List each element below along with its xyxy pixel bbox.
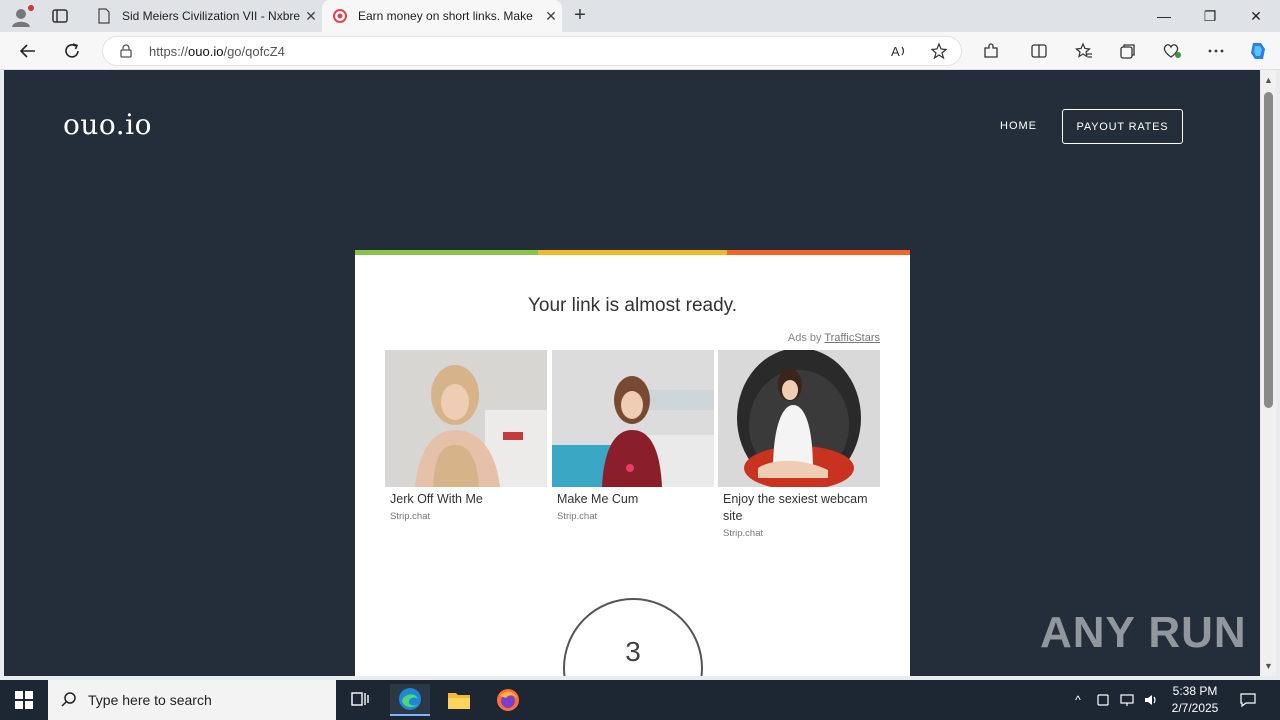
tab-title: Earn money on short links. Make [358,9,533,23]
close-window-button[interactable]: ✕ [1233,0,1279,32]
ad-source: Strip.chat [723,528,764,539]
taskbar-clock[interactable]: 5:38 PM 2/7/2025 [1160,683,1230,717]
refresh-icon [65,43,79,58]
nav-home-link[interactable]: HOME [1000,120,1037,132]
read-aloud-button[interactable]: A [885,37,913,65]
collections-icon [1120,44,1135,59]
site-logo[interactable]: ouo.io [63,108,152,141]
taskbar-firefox[interactable] [488,684,528,716]
ad-item[interactable]: Jerk Off With Me Strip.chat [385,350,547,522]
split-screen-button[interactable] [1025,37,1053,65]
countdown-number: 3 [625,636,641,667]
page-scrollbar[interactable]: ▲ ▼ [1261,70,1276,676]
extensions-button[interactable] [977,37,1005,65]
nav-payout-rates-button[interactable]: PAYOUT RATES [1062,109,1183,144]
favorites-icon [1075,42,1092,58]
ad-source: Strip.chat [557,511,598,522]
search-icon [61,692,76,707]
settings-menu-button[interactable] [1202,37,1230,65]
minimize-button[interactable]: — [1141,0,1187,32]
ad-item[interactable]: Enjoy the sexiest webcam site Strip.chat [718,350,880,539]
ouo-favicon-icon [333,9,347,23]
page-heading: Your link is almost ready. [527,295,738,316]
browser-toolbar: https://ouo.io/go/qofcZ4 A [0,32,1280,70]
heartbeat-icon [1163,44,1181,58]
back-arrow-icon [19,44,35,58]
tab-actions-icon[interactable] [50,7,70,25]
trafficstars-link[interactable]: TrafficStars [824,332,880,344]
browser-tab-bar: Sid Meiers Civilization VII - Nxbre ✕ Ea… [0,0,1280,32]
ads-by-label: Ads by TrafficStars [787,332,880,344]
ad-source: Strip.chat [390,511,431,522]
notification-icon [1240,693,1256,708]
split-screen-icon [1031,44,1047,58]
ad-thumbnail[interactable] [385,350,547,487]
meet-now-icon[interactable] [1092,680,1114,720]
favorites-button[interactable] [1070,37,1098,65]
back-button[interactable] [14,37,42,65]
edge-icon [399,688,421,710]
network-icon[interactable] [1116,680,1138,720]
search-placeholder: Type here to search [88,692,212,708]
url-text: https://ouo.io/go/qofcZ4 [149,44,285,59]
page-viewport: ouo.io HOME PAYOUT RATES Your link is al… [4,70,1260,676]
collections-button[interactable] [1114,37,1142,65]
countdown-circle: 3 [563,598,703,676]
notifications-button[interactable] [1236,680,1260,720]
windows-taskbar: Type here to search ^ 5:38 PM 2/7/2025 [0,680,1280,720]
volume-icon[interactable] [1140,680,1162,720]
more-icon [1208,49,1224,53]
close-tab-icon[interactable]: ✕ [540,8,562,25]
stripe-orange [727,250,910,255]
clock-date: 2/7/2025 [1171,701,1219,715]
windows-logo-icon [15,691,33,709]
puzzle-icon [984,43,998,58]
taskbar-search-box[interactable]: Type here to search [48,680,336,720]
taskbar-edge[interactable] [390,684,430,716]
document-icon [98,8,110,24]
start-button[interactable] [0,680,48,720]
scroll-down-arrow-icon[interactable]: ▼ [1264,661,1273,671]
tab-ouo[interactable]: Earn money on short links. Make ✕ [322,0,562,32]
anyrun-watermark: ANY RUN [1040,608,1247,657]
stripe-yellow [538,250,727,255]
svg-text:A: A [891,44,900,59]
close-tab-icon[interactable]: ✕ [300,8,322,25]
folder-icon [448,693,470,709]
firefox-icon [497,689,519,711]
tab-title: Sid Meiers Civilization VII - Nxbre [122,9,300,23]
clock-time: 5:38 PM [1172,684,1218,698]
tab-civilization[interactable]: Sid Meiers Civilization VII - Nxbre ✕ [86,0,322,32]
lock-icon[interactable] [119,44,133,58]
link-card: Your link is almost ready. Ads by Traffi… [355,250,910,676]
copilot-button[interactable] [1244,37,1272,65]
ad-thumbnail[interactable] [552,350,714,487]
task-view-button[interactable] [340,684,380,716]
copilot-icon [1251,43,1265,59]
favorite-button[interactable] [925,37,953,65]
ad-caption[interactable]: Enjoy the sexiest webcam site [723,491,880,525]
browser-essentials-button[interactable] [1158,37,1186,65]
ad-caption[interactable]: Make Me Cum [557,491,714,508]
taskbar-file-explorer[interactable] [439,684,479,716]
show-hidden-icons-button[interactable]: ^ [1068,680,1088,720]
scroll-up-arrow-icon[interactable]: ▲ [1264,75,1273,85]
scroll-thumb[interactable] [1264,92,1273,408]
refresh-button[interactable] [58,37,86,65]
new-tab-button[interactable]: + [568,4,592,28]
task-view-icon [351,692,369,706]
ad-caption[interactable]: Jerk Off With Me [390,491,547,508]
ad-thumbnail[interactable] [718,350,880,487]
notification-dot [28,5,34,11]
read-aloud-icon: A [891,44,905,59]
star-icon [930,42,948,60]
address-bar[interactable]: https://ouo.io/go/qofcZ4 A [102,36,962,66]
stripe-green [355,250,538,255]
ad-item[interactable]: Make Me Cum Strip.chat [552,350,714,522]
restore-button[interactable]: ❐ [1187,0,1233,32]
